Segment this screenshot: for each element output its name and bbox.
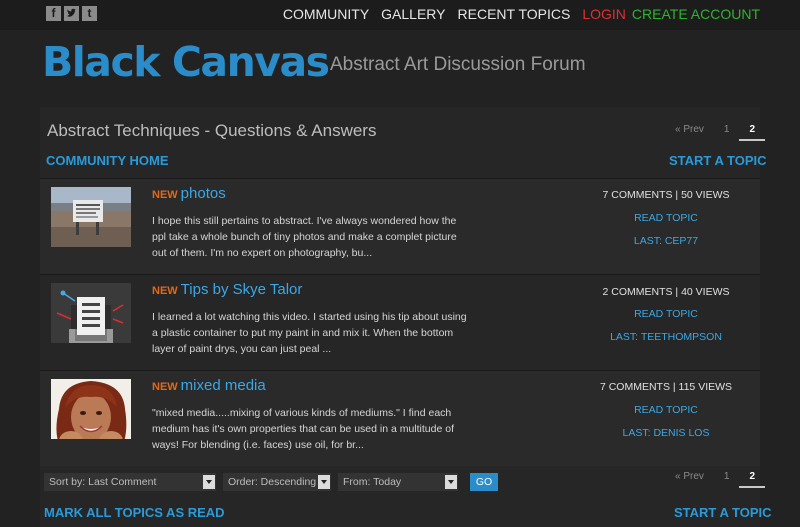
topic-title-text[interactable]: mixed media: [181, 377, 266, 394]
chevron-down-icon[interactable]: [318, 475, 330, 489]
top-nav: COMMUNITY GALLERY RECENT TOPICS LOGIN CR…: [283, 6, 760, 22]
topic-thumbnail[interactable]: [51, 283, 131, 343]
forum-title: Abstract Techniques - Questions & Answer…: [47, 121, 377, 140]
new-badge: NEW: [152, 189, 178, 201]
mark-all-read-link[interactable]: MARK ALL TOPICS AS READ: [44, 505, 225, 520]
pagination-bottom: « Prev 1 2: [665, 466, 766, 488]
topic-title[interactable]: NEW mixed media: [152, 377, 266, 394]
sort-select-value: Sort by: Last Comment: [49, 476, 157, 488]
facebook-icon[interactable]: f: [46, 6, 61, 21]
topic-row: NEW Tips by Skye Talor I learned a lot wa…: [40, 274, 760, 370]
topic-title-text[interactable]: Tips by Skye Talor: [181, 281, 303, 298]
go-button[interactable]: GO: [470, 473, 498, 491]
from-select-value: From: Today: [343, 476, 402, 488]
tumblr-glyph: t: [87, 6, 92, 20]
new-badge: NEW: [152, 285, 178, 297]
read-topic-link[interactable]: READ TOPIC: [576, 404, 756, 416]
tumblr-icon[interactable]: t: [82, 6, 97, 21]
pager-page-2[interactable]: 2: [739, 119, 766, 141]
topic-excerpt: I learned a lot watching this video. I s…: [152, 311, 467, 355]
topic-excerpt: I hope this still pertains to abstract. …: [152, 215, 457, 259]
last-commenter-link[interactable]: LAST: CEP77: [576, 235, 756, 247]
chevron-down-icon[interactable]: [203, 475, 215, 489]
nav-gallery[interactable]: GALLERY: [381, 6, 445, 22]
pagination-top: « Prev 1 2: [665, 119, 766, 141]
nav-login[interactable]: LOGIN: [582, 6, 626, 22]
pager-page-1[interactable]: 1: [714, 119, 740, 141]
pager-page-1[interactable]: 1: [714, 466, 740, 488]
pager-prev[interactable]: « Prev: [665, 119, 714, 141]
read-topic-link[interactable]: READ TOPIC: [576, 212, 756, 224]
top-bar: f t COMMUNITY GALLERY RECENT TOPICS LOGI…: [0, 0, 800, 30]
new-badge: NEW: [152, 381, 178, 393]
last-commenter-link[interactable]: LAST: TEETHOMPSON: [576, 331, 756, 343]
topic-title[interactable]: NEW Tips by Skye Talor: [152, 281, 302, 298]
site-logo[interactable]: Black Canvas: [42, 38, 330, 86]
order-select[interactable]: Order: Descending: [223, 473, 331, 491]
topic-row: NEW mixed media "mixed media.....mixing o…: [40, 370, 760, 466]
filter-bar: Sort by: Last Comment Order: Descending …: [44, 473, 498, 491]
topic-stats: 2 COMMENTS | 40 VIEWS: [602, 286, 730, 298]
pager-page-2[interactable]: 2: [739, 466, 766, 488]
community-home-link[interactable]: COMMUNITY HOME: [46, 153, 169, 168]
from-select[interactable]: From: Today: [338, 473, 458, 491]
topic-thumbnail[interactable]: [51, 379, 131, 439]
chevron-down-icon[interactable]: [445, 475, 457, 489]
nav-create-account[interactable]: CREATE ACCOUNT: [632, 6, 760, 22]
topic-stats: 7 COMMENTS | 115 VIEWS: [599, 381, 733, 393]
nav-community[interactable]: COMMUNITY: [283, 6, 369, 22]
start-topic-button-bottom[interactable]: START A TOPIC: [674, 505, 772, 520]
topic-row: NEW photos I hope this still pertains to …: [40, 178, 760, 274]
topic-thumbnail[interactable]: [51, 187, 131, 247]
topic-title-text[interactable]: photos: [181, 185, 226, 202]
topic-title[interactable]: NEW photos: [152, 185, 226, 202]
pager-prev[interactable]: « Prev: [665, 466, 714, 488]
order-select-value: Order: Descending: [228, 476, 317, 488]
topic-excerpt: "mixed media.....mixing of various kinds…: [152, 407, 455, 451]
start-topic-button-top[interactable]: START A TOPIC: [669, 153, 767, 168]
facebook-glyph: f: [51, 6, 56, 20]
social-links: f t: [46, 6, 97, 21]
last-commenter-link[interactable]: LAST: DENIS LOS: [576, 427, 756, 439]
read-topic-link[interactable]: READ TOPIC: [576, 308, 756, 320]
sort-select[interactable]: Sort by: Last Comment: [44, 473, 216, 491]
nav-recent-topics[interactable]: RECENT TOPICS: [458, 6, 571, 22]
site-tagline: Abstract Art Discussion Forum: [330, 54, 586, 75]
twitter-icon[interactable]: [64, 6, 79, 21]
topic-stats: 7 COMMENTS | 50 VIEWS: [602, 189, 730, 201]
